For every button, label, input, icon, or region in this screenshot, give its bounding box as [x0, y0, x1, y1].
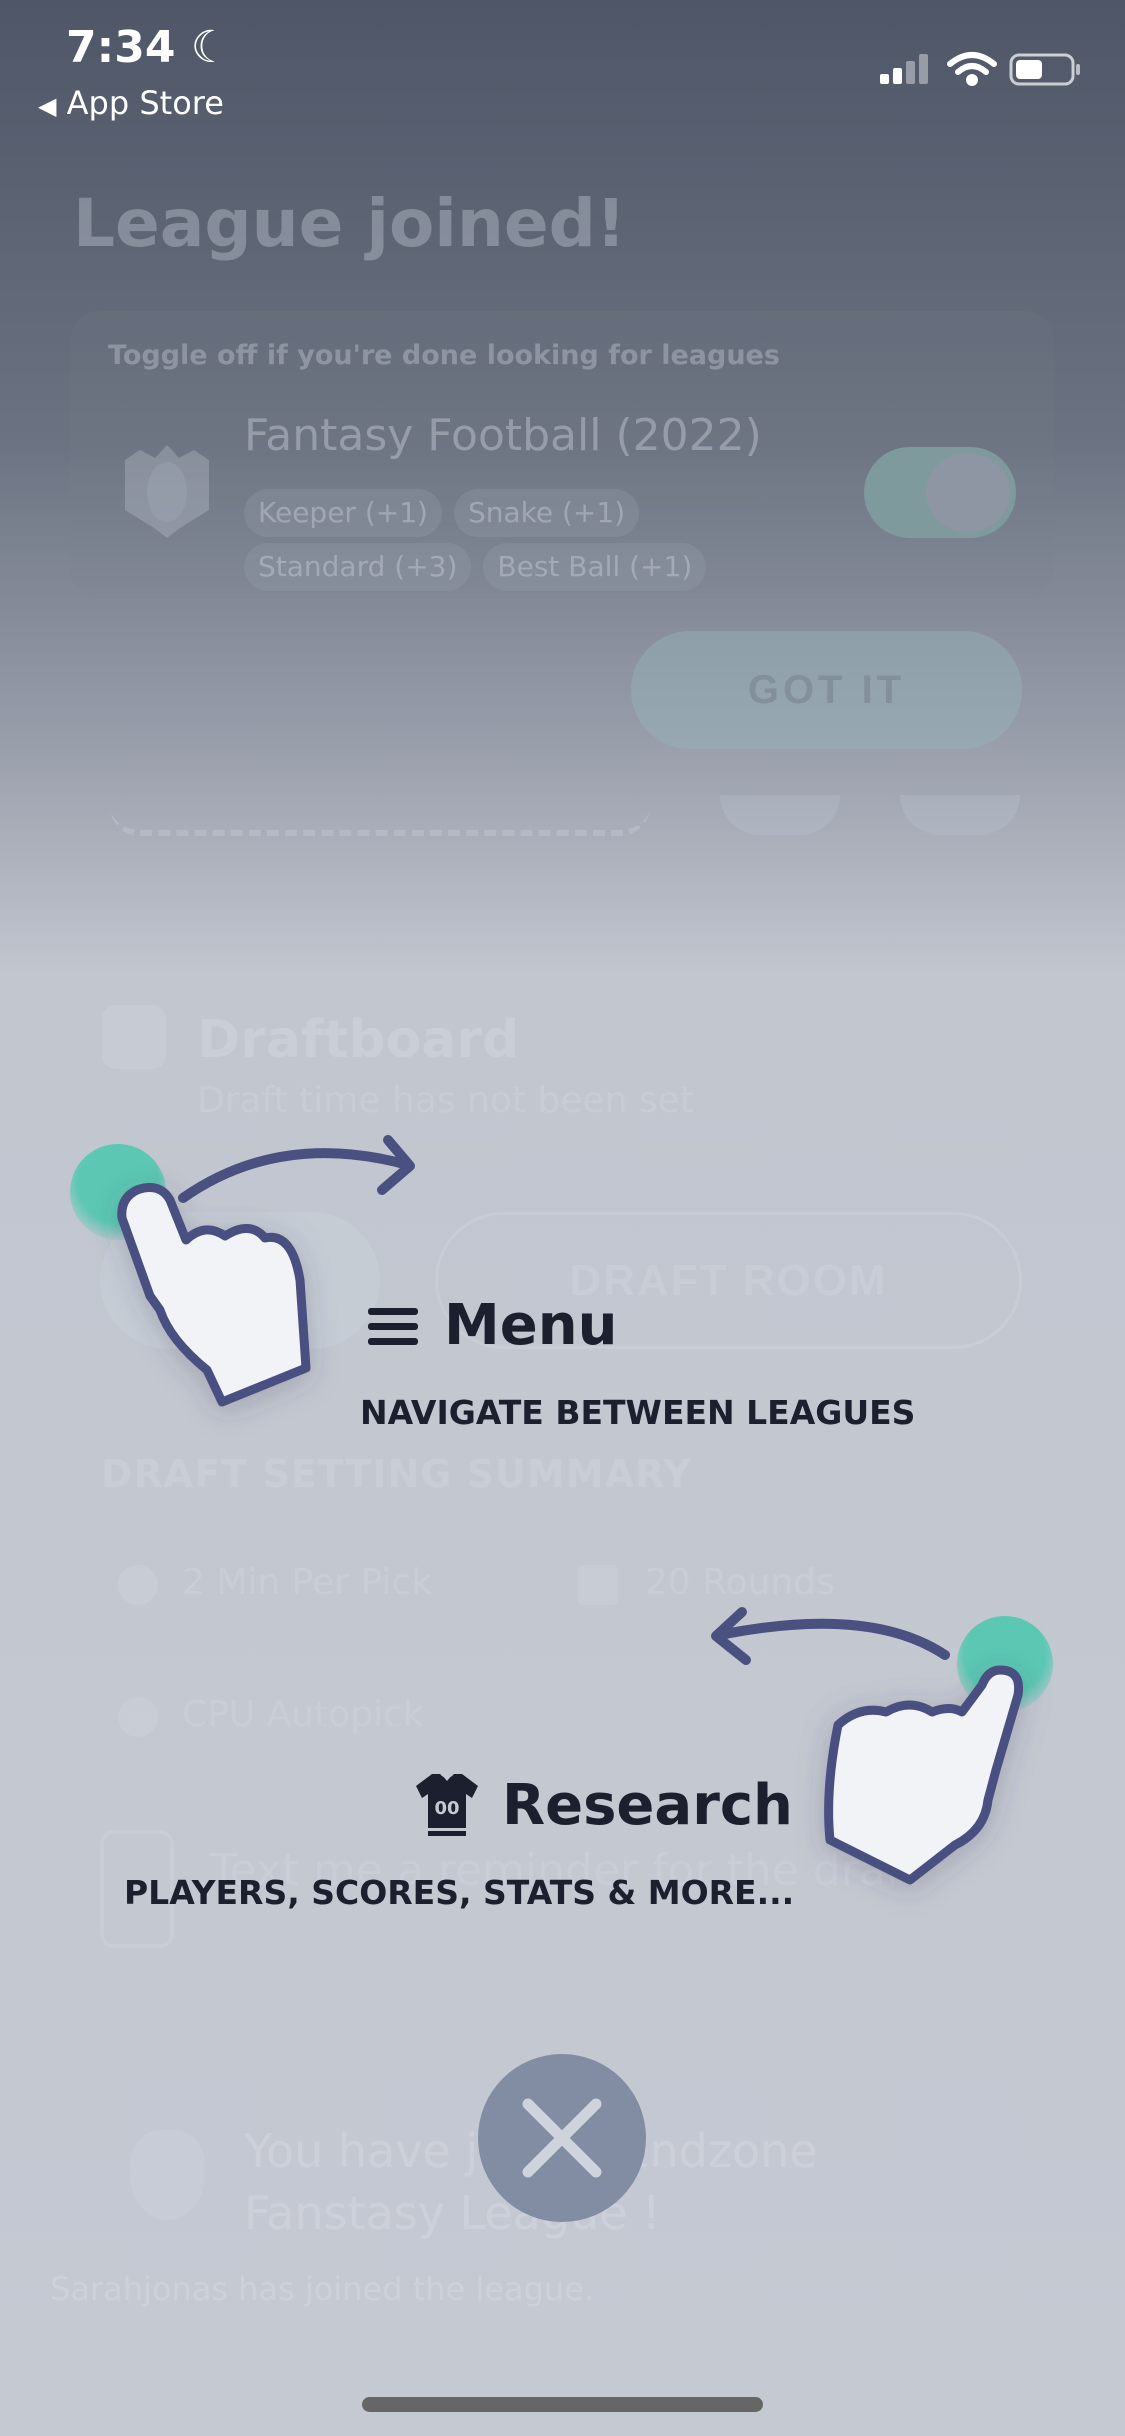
research-tip: 00 Research: [414, 1772, 793, 1838]
right-hand-pointer-icon: [824, 1665, 1024, 1885]
research-tip-title: Research: [502, 1772, 793, 1838]
left-hand-pointer-icon: [117, 1183, 311, 1407]
close-tutorial-button[interactable]: [478, 2054, 646, 2222]
jersey-icon: 00: [416, 1774, 478, 1836]
menu-tip-subtitle: NAVIGATE BETWEEN LEAGUES: [360, 1393, 916, 1432]
close-icon: [522, 2098, 602, 2178]
jersey-number: 00: [434, 1798, 459, 1819]
menu-tip-title: Menu: [444, 1293, 618, 1358]
hamburger-icon: [368, 1307, 418, 1345]
swipe-right-arrow: [178, 1148, 413, 1203]
research-tip-subtitle: PLAYERS, SCORES, STATS & MORE...: [124, 1873, 795, 1912]
menu-tip: Menu: [368, 1293, 617, 1358]
swipe-left-arrow: [715, 1618, 950, 1660]
home-indicator[interactable]: [362, 2397, 763, 2412]
